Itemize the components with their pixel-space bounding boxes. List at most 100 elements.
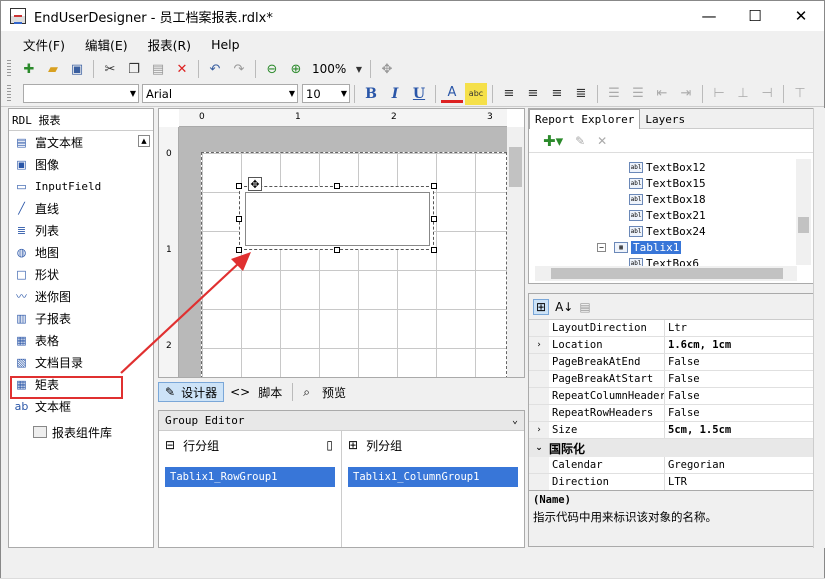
zoom-out-icon[interactable]: ⊖ <box>261 58 283 80</box>
tab-script[interactable]: <> 脚本 <box>224 382 288 402</box>
toolbox-item[interactable]: ◍ 地图 <box>9 241 153 263</box>
tablix-control[interactable]: ✥ <box>236 177 437 253</box>
align-lefts-icon[interactable]: ⊢ <box>708 83 730 105</box>
property-value[interactable]: False <box>665 354 813 370</box>
row-group-menu-icon[interactable]: ▯ <box>326 438 333 452</box>
sort-alpha-icon[interactable]: A↓ <box>555 300 573 314</box>
resize-handle[interactable] <box>431 216 437 222</box>
property-value[interactable]: 1.6cm, 1cm <box>665 337 813 353</box>
menu-help[interactable]: Help <box>201 37 250 52</box>
align-tops-icon[interactable]: ⊤ <box>789 83 811 105</box>
delete-icon[interactable]: ✕ <box>171 58 193 80</box>
property-value[interactable]: LTR <box>665 474 813 490</box>
tree-node[interactable]: − ▦ Tablix1 <box>535 239 797 255</box>
property-value[interactable]: False <box>665 388 813 404</box>
report-canvas[interactable] <box>179 127 507 377</box>
property-value[interactable]: Gregorian <box>665 457 813 473</box>
resize-handle[interactable] <box>236 247 242 253</box>
align-center-icon[interactable]: ≡ <box>522 83 544 105</box>
font-family-combo[interactable]: Arial ▼ <box>142 84 298 103</box>
resize-handle[interactable] <box>236 183 242 189</box>
align-rights-icon[interactable]: ⊣ <box>756 83 778 105</box>
resize-handle[interactable] <box>334 247 340 253</box>
scroll-thumb[interactable] <box>551 268 783 279</box>
property-value[interactable]: Ltr <box>665 320 813 336</box>
align-left-icon[interactable]: ≡ <box>498 83 520 105</box>
resize-handle[interactable] <box>334 183 340 189</box>
toolbox-item[interactable]: ▧ 文档目录 <box>9 351 153 373</box>
property-category[interactable]: ⌄ 国际化 <box>529 439 813 457</box>
save-icon[interactable]: ▣ <box>66 58 88 80</box>
property-row[interactable]: Calendar Gregorian <box>529 457 813 474</box>
toolbox-item[interactable]: 〰迷你图 <box>9 285 153 307</box>
property-row[interactable]: Direction LTR <box>529 474 813 491</box>
menu-edit[interactable]: 编辑(E) <box>75 35 138 54</box>
property-row[interactable]: RepeatColumnHeaders False <box>529 388 813 405</box>
close-button[interactable]: ✕ <box>778 1 824 31</box>
tree-node[interactable]: abl TextBox21 <box>535 207 797 223</box>
column-group-item[interactable]: Tablix1_ColumnGroup1 <box>348 467 518 487</box>
toolbox-item[interactable]: ╱ 直线 <box>9 197 153 219</box>
italic-icon[interactable]: I <box>384 83 406 105</box>
property-row[interactable]: PageBreakAtEnd False <box>529 354 813 371</box>
remove-icon[interactable]: ✕ <box>597 134 607 148</box>
property-value[interactable]: False <box>665 405 813 421</box>
copy-icon[interactable]: ❐ <box>123 58 145 80</box>
tab-preview[interactable]: ⌕ 预览 <box>297 382 352 402</box>
zoom-dropdown-icon[interactable]: ▼ <box>353 58 365 80</box>
resize-handle[interactable] <box>431 183 437 189</box>
style-combo[interactable]: ▼ <box>23 84 139 103</box>
resize-handle[interactable] <box>236 216 242 222</box>
font-size-combo[interactable]: 10 ▼ <box>302 84 350 103</box>
scroll-thumb[interactable] <box>509 147 522 187</box>
edit-icon[interactable]: ✎ <box>575 134 585 148</box>
cut-icon[interactable]: ✂ <box>99 58 121 80</box>
align-right-icon[interactable]: ≡ <box>546 83 568 105</box>
explorer-hscroll[interactable] <box>535 266 797 281</box>
toolbox-item[interactable]: ▭ InputField <box>9 175 153 197</box>
indent-icon[interactable]: ⇥ <box>675 83 697 105</box>
property-row[interactable]: RepeatRowHeaders False <box>529 405 813 422</box>
highlight-icon[interactable]: abc <box>465 82 487 105</box>
add-icon[interactable]: ✚▾ <box>543 132 563 150</box>
collapse-icon[interactable]: − <box>597 242 606 252</box>
collapse-icon[interactable]: ▲ <box>138 135 150 147</box>
align-justify-icon[interactable]: ≣ <box>570 83 592 105</box>
menu-report[interactable]: 报表(R) <box>138 35 201 54</box>
property-value[interactable]: 5cm, 1.5cm <box>665 422 813 438</box>
font-color-icon[interactable]: A <box>441 85 463 103</box>
property-pages-icon[interactable]: ▤ <box>579 300 590 314</box>
redo-icon[interactable]: ↷ <box>228 58 250 80</box>
explorer-vscroll[interactable] <box>796 159 811 265</box>
property-value[interactable]: False <box>665 371 813 387</box>
new-icon[interactable]: ✚ <box>18 58 40 80</box>
tab-designer[interactable]: ✎ 设计器 <box>158 382 225 402</box>
menu-file[interactable]: 文件(F) <box>13 35 75 54</box>
categorized-icon[interactable]: ⊞ <box>533 298 550 315</box>
toolbox-item[interactable]: ▥ 子报表 <box>9 307 153 329</box>
fit-page-icon[interactable]: ✥ <box>376 58 398 80</box>
toolbox-item[interactable]: ▦ 表格 <box>9 329 153 351</box>
property-row[interactable]: LayoutDirection Ltr <box>529 320 813 337</box>
component-library[interactable]: 报表组件库 <box>9 421 153 443</box>
align-centers-icon[interactable]: ⊥ <box>732 83 754 105</box>
bullets-icon[interactable]: ☰ <box>603 83 625 105</box>
undo-icon[interactable]: ↶ <box>204 58 226 80</box>
chevron-down-icon[interactable]: ⌄ <box>512 415 518 426</box>
toolbox-item[interactable]: □ 形状 <box>9 263 153 285</box>
underline-icon[interactable]: U <box>408 83 430 105</box>
minimize-button[interactable]: — <box>686 1 732 31</box>
tree-node[interactable]: abl TextBox24 <box>535 223 797 239</box>
paste-icon[interactable]: ▤ <box>147 58 169 80</box>
toolbox-item[interactable]: ▣ 图像 <box>9 153 153 175</box>
outdent-icon[interactable]: ⇤ <box>651 83 673 105</box>
toolbox-item[interactable]: ≣ 列表 <box>9 219 153 241</box>
bold-icon[interactable]: B <box>360 83 382 105</box>
tab-report-explorer[interactable]: Report Explorer <box>529 109 641 129</box>
tree-node[interactable]: abl TextBox15 <box>535 175 797 191</box>
resize-handle[interactable] <box>431 247 437 253</box>
row-group-item[interactable]: Tablix1_RowGroup1 <box>165 467 335 487</box>
property-row[interactable]: › Size 5cm, 1.5cm <box>529 422 813 439</box>
scroll-thumb[interactable] <box>798 217 809 233</box>
numbering-icon[interactable]: ☰ <box>627 83 649 105</box>
